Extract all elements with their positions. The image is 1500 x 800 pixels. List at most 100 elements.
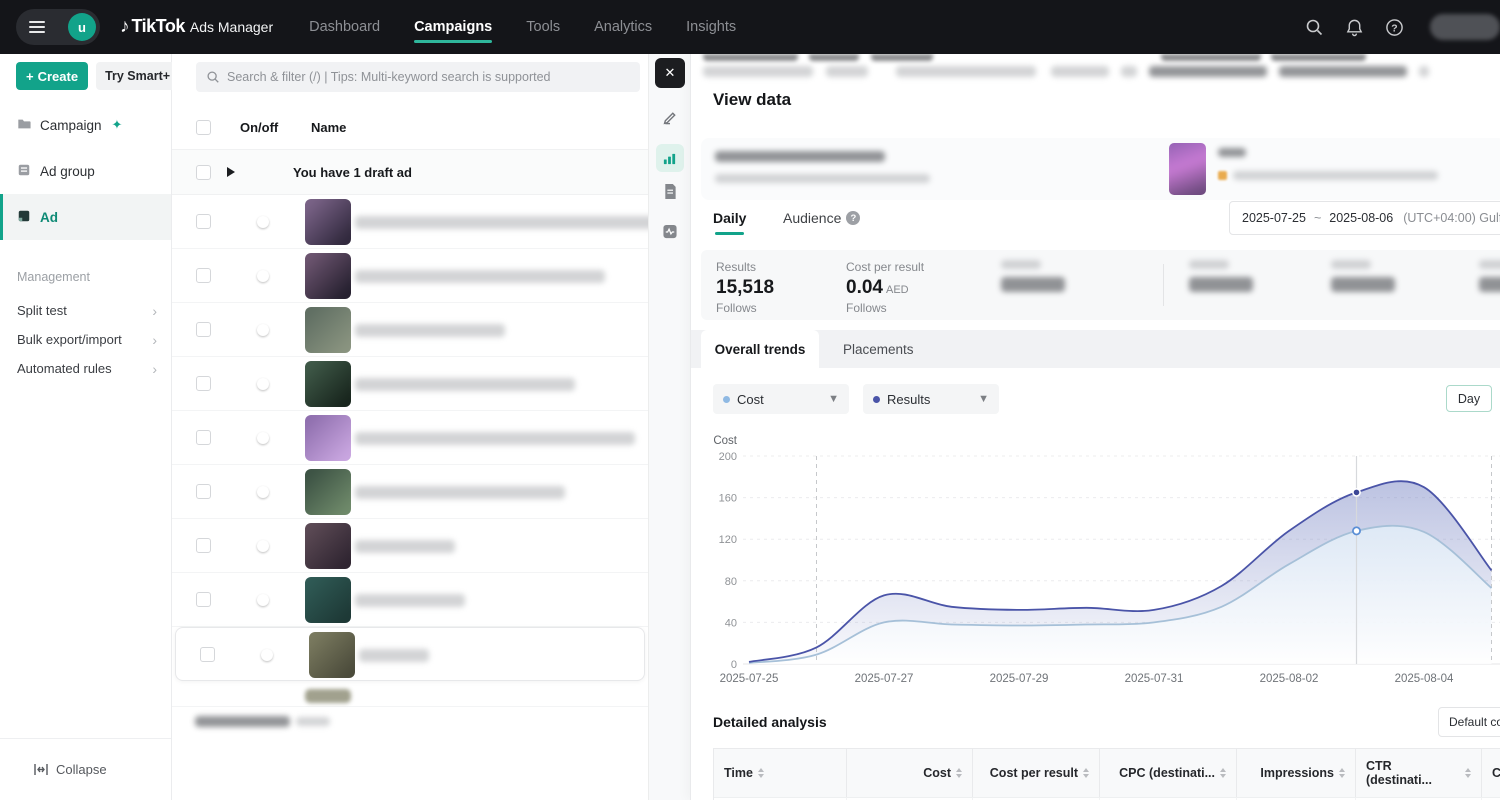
help-icon[interactable]: ? <box>1384 17 1404 37</box>
collapse-sidebar-button[interactable]: Collapse <box>0 738 171 800</box>
redacted-tab <box>1271 54 1366 61</box>
notifications-icon[interactable] <box>1344 17 1364 37</box>
row-checkbox[interactable] <box>196 214 211 229</box>
top-navbar: u ♪ TikTok Ads Manager Dashboard Campaign… <box>0 0 1500 54</box>
sidebar-item-campaign[interactable]: Campaign✦ <box>0 102 171 148</box>
column-header-time[interactable]: Time <box>714 749 847 797</box>
column-header-ctr-destinati-[interactable]: CTR (destinati... <box>1356 749 1482 797</box>
svg-text:2025-07-27: 2025-07-27 <box>855 673 914 685</box>
tab-overall-trends[interactable]: Overall trends <box>701 330 819 368</box>
tiktok-logo: ♪ TikTok Ads Manager <box>120 16 273 38</box>
svg-text:0: 0 <box>731 659 737 671</box>
redacted-text <box>1051 66 1109 77</box>
column-header-cost[interactable]: Cost <box>847 749 973 797</box>
nav-item-analytics[interactable]: Analytics <box>594 2 652 52</box>
sort-icon[interactable] <box>758 768 764 778</box>
ad-row[interactable] <box>172 303 648 357</box>
main-layout: + Create Try Smart+ Campaign✦Ad groupAd … <box>0 54 1500 800</box>
sidebar-item-split-test[interactable]: Split test› <box>0 296 171 325</box>
row-checkbox[interactable] <box>196 430 211 445</box>
redacted-ad-name <box>359 649 429 662</box>
metric-unit: AED <box>886 284 909 296</box>
row-checkbox[interactable] <box>196 322 211 337</box>
metric-selector-results[interactable]: Results ▼ <box>863 384 999 414</box>
row-checkbox[interactable] <box>196 592 211 607</box>
chevron-down-icon: ▼ <box>828 393 839 405</box>
sort-icon[interactable] <box>1083 768 1089 778</box>
list-footer <box>172 714 648 734</box>
hamburger-icon[interactable] <box>29 21 45 33</box>
sidebar-item-ad[interactable]: Ad <box>0 194 171 240</box>
redacted-text <box>1419 66 1429 77</box>
nav-item-tools[interactable]: Tools <box>526 2 560 52</box>
sidebar-item-automated-rules[interactable]: Automated rules› <box>0 354 171 383</box>
default-columns-button[interactable]: Default colu <box>1438 707 1500 737</box>
date-range-picker[interactable]: 2025-07-25 ~ 2025-08-06 (UTC+04:00) Gulf… <box>1229 201 1500 235</box>
edit-icon[interactable] <box>662 110 677 125</box>
sort-icon[interactable] <box>956 768 962 778</box>
svg-text:200: 200 <box>719 451 737 463</box>
granularity-day-button[interactable]: Day <box>1446 385 1492 412</box>
redacted-text <box>1001 260 1041 269</box>
search-icon[interactable] <box>1304 17 1324 37</box>
select-all-checkbox[interactable] <box>196 120 211 135</box>
close-panel-button[interactable]: ✕ <box>655 58 685 88</box>
view-data-panel: View data Daily Audience ? 2025-07-25 ~ … <box>690 54 1500 800</box>
sidebar-item-ad-group[interactable]: Ad group <box>0 148 171 194</box>
menu-avatar-pill[interactable]: u <box>16 9 100 45</box>
date-separator: ~ <box>1314 211 1321 225</box>
metric-value: 15,518 <box>716 277 774 299</box>
account-button-redacted[interactable] <box>1430 14 1500 40</box>
row-checkbox[interactable] <box>196 376 211 391</box>
search-filter-bar[interactable]: Search & filter (/) | Tips: Multi-keywor… <box>196 62 640 92</box>
detailed-analysis-title: Detailed analysis <box>713 714 827 730</box>
create-button[interactable]: + Create <box>16 62 88 90</box>
ad-row[interactable] <box>172 519 648 573</box>
column-header-c[interactable]: C <box>1482 749 1500 797</box>
row-checkbox[interactable] <box>196 268 211 283</box>
ad-row[interactable] <box>172 249 648 303</box>
redacted-ad-name <box>355 540 455 553</box>
page-title: View data <box>713 90 791 110</box>
try-smart-button[interactable]: Try Smart+ <box>96 62 179 90</box>
chart-icon[interactable] <box>656 144 684 172</box>
tab-daily[interactable]: Daily <box>713 210 746 226</box>
adgroup-icon <box>17 163 31 180</box>
svg-text:40: 40 <box>725 617 737 629</box>
metric-label: Cost per result <box>846 260 924 274</box>
ad-row[interactable] <box>172 411 648 465</box>
ad-row[interactable] <box>172 195 648 249</box>
draft-ads-row[interactable]: You have 1 draft ad <box>172 150 648 195</box>
ad-thumbnail <box>305 199 351 245</box>
redacted-tab <box>809 54 859 61</box>
row-checkbox[interactable] <box>196 538 211 553</box>
row-checkbox[interactable] <box>196 484 211 499</box>
row-checkbox[interactable] <box>200 647 215 662</box>
sort-icon[interactable] <box>1220 768 1226 778</box>
metric-selector-cost[interactable]: Cost ▼ <box>713 384 849 414</box>
avatar[interactable]: u <box>68 13 96 41</box>
ad-row[interactable] <box>172 573 648 627</box>
column-header-impressions[interactable]: Impressions <box>1237 749 1356 797</box>
tab-placements[interactable]: Placements <box>843 330 914 368</box>
column-header-cpc-destinati-[interactable]: CPC (destinati... <box>1100 749 1237 797</box>
column-header-cost-per-result[interactable]: Cost per result <box>973 749 1100 797</box>
sort-icon[interactable] <box>1339 768 1345 778</box>
diagnostics-icon[interactable] <box>662 224 677 239</box>
collapse-icon <box>34 763 48 776</box>
row-checkbox[interactable] <box>196 165 211 180</box>
nav-item-dashboard[interactable]: Dashboard <box>309 2 380 52</box>
sidebar-item-bulk-export-import[interactable]: Bulk export/import› <box>0 325 171 354</box>
expand-triangle-icon[interactable] <box>227 167 235 177</box>
sort-icon[interactable] <box>1465 768 1471 778</box>
ad-row[interactable] <box>172 465 648 519</box>
tab-audience[interactable]: Audience ? <box>783 210 860 226</box>
nav-item-insights[interactable]: Insights <box>686 2 736 52</box>
divider <box>1163 264 1164 306</box>
svg-text:2025-07-31: 2025-07-31 <box>1125 673 1184 685</box>
nav-item-campaigns[interactable]: Campaigns <box>414 2 492 52</box>
svg-text:2025-08-04: 2025-08-04 <box>1395 673 1454 685</box>
ad-row[interactable] <box>175 627 645 681</box>
report-icon[interactable] <box>663 184 677 199</box>
ad-row[interactable] <box>172 357 648 411</box>
